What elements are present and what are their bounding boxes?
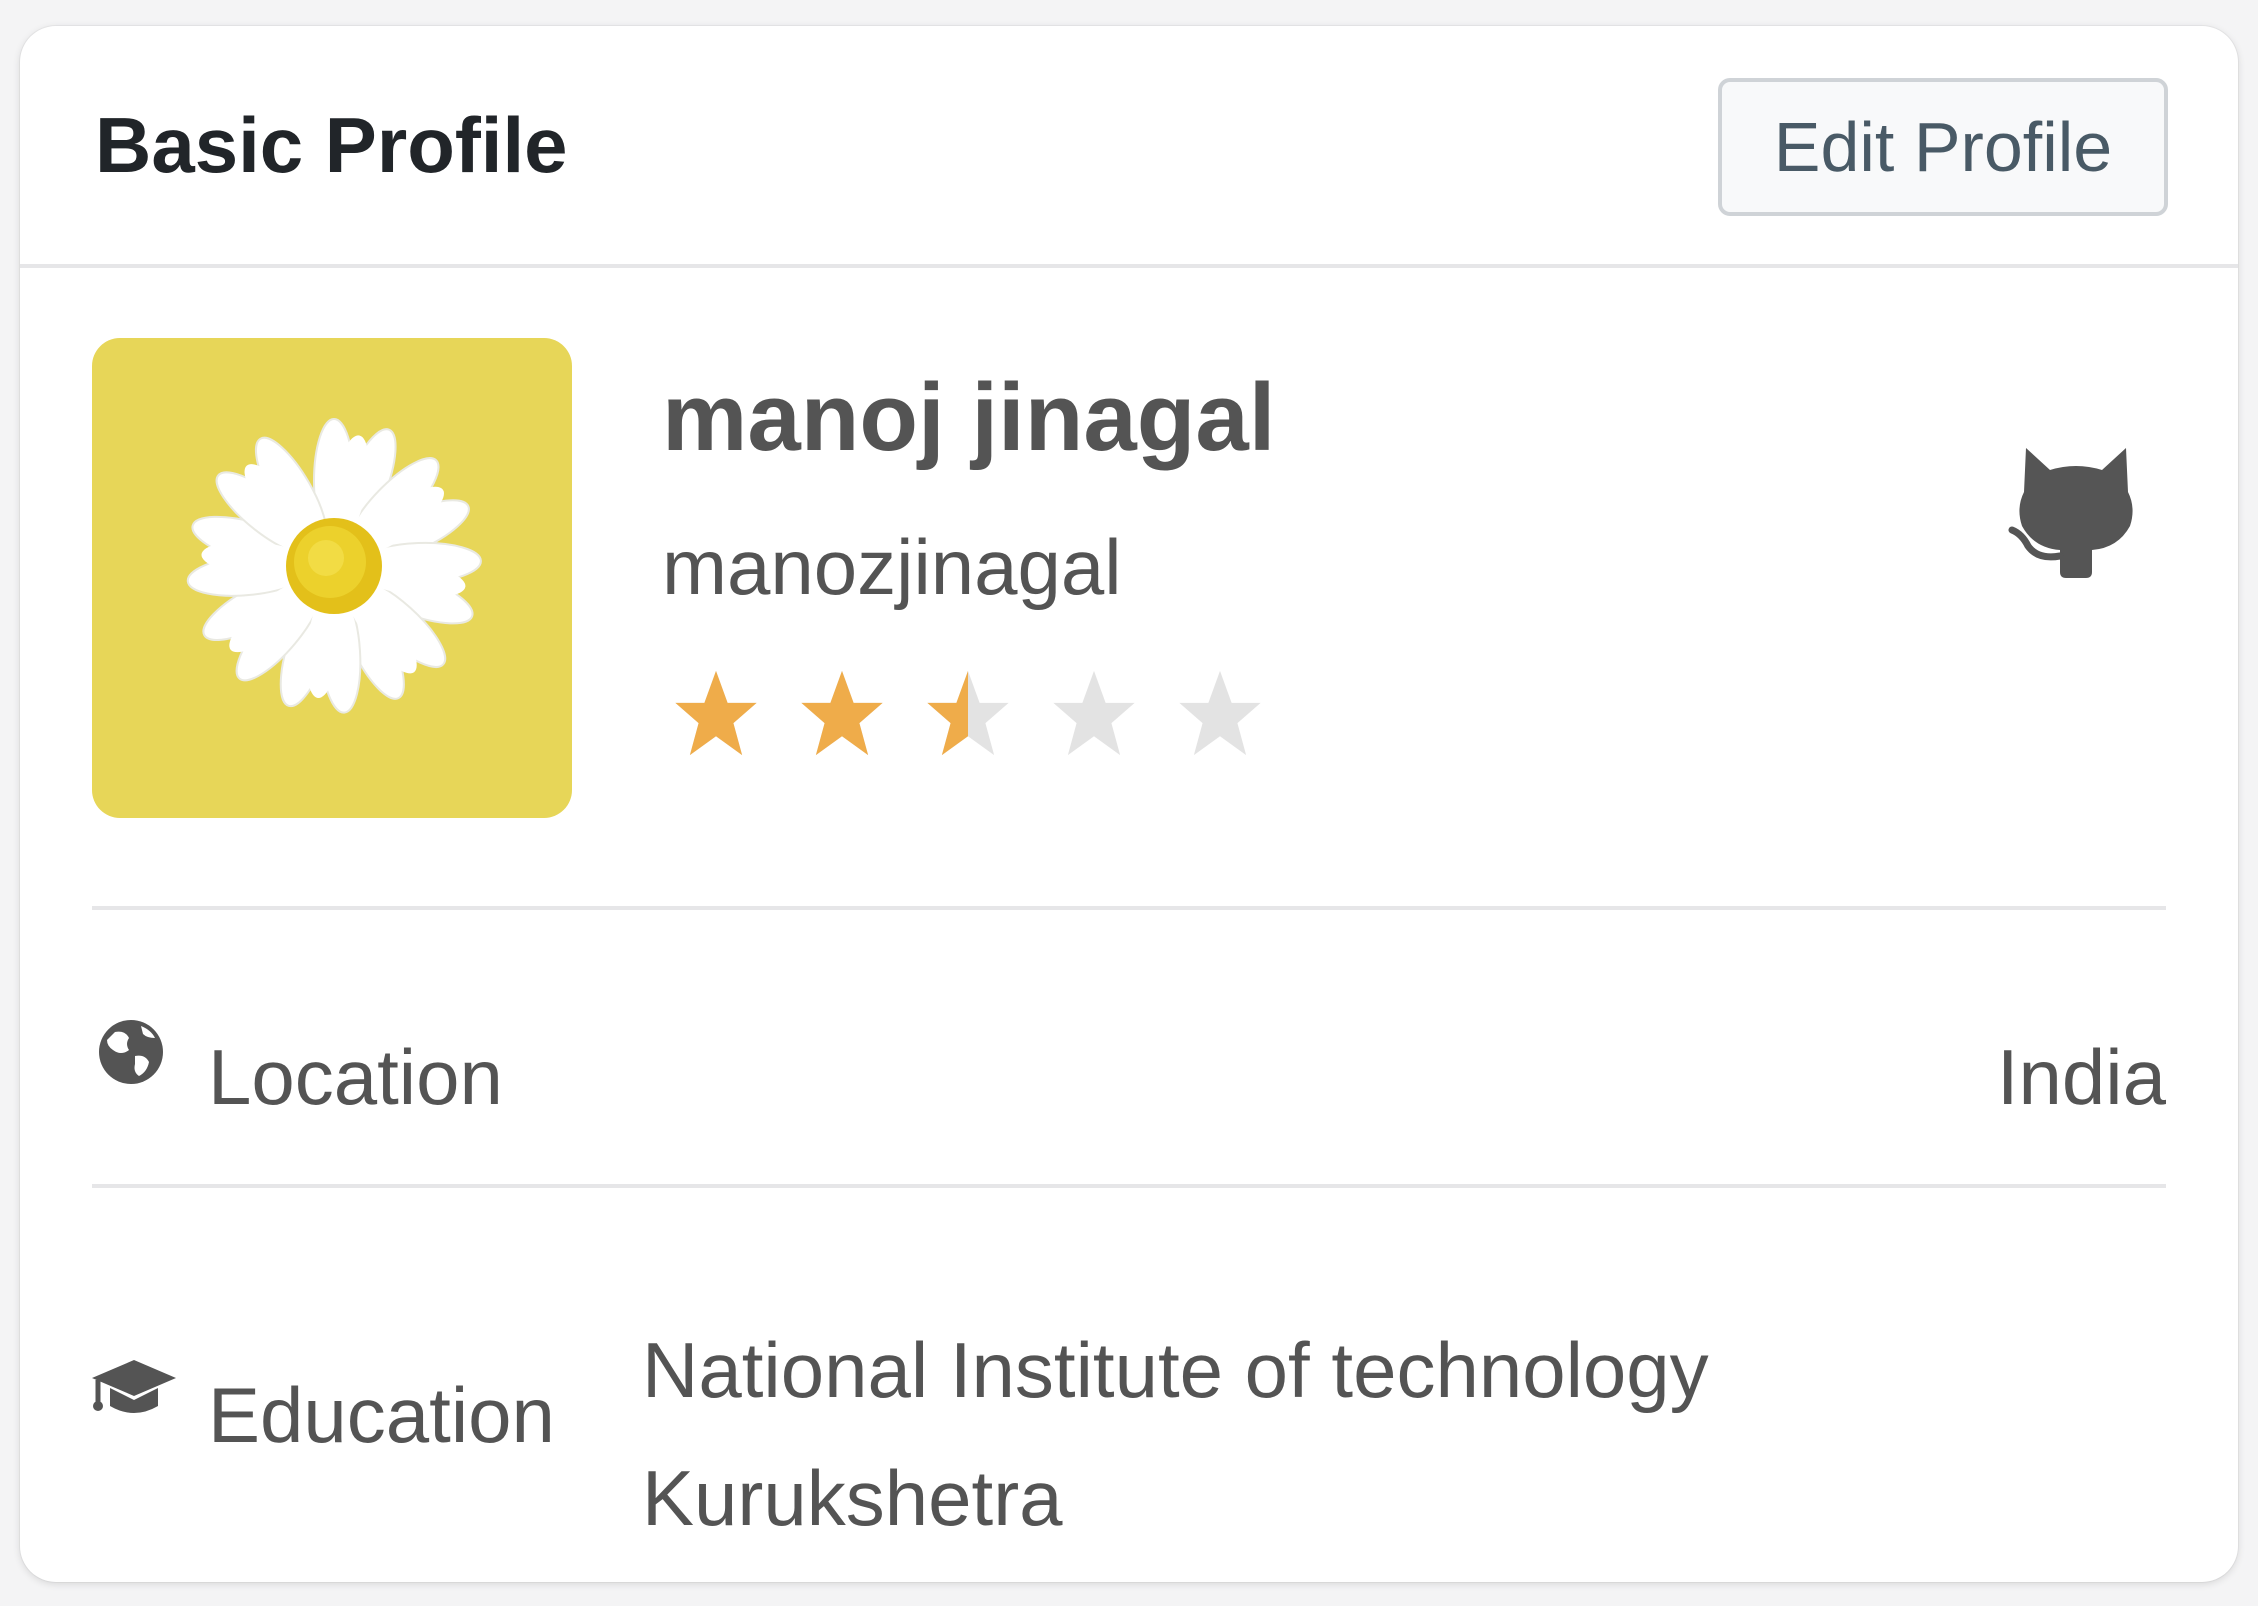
star-icon[interactable] bbox=[1169, 656, 1295, 756]
daisy-image bbox=[186, 418, 482, 714]
star-rating bbox=[665, 656, 1295, 756]
avatar bbox=[92, 338, 572, 818]
star-icon[interactable] bbox=[1043, 656, 1169, 756]
star-icon[interactable] bbox=[791, 656, 917, 756]
globe-icon bbox=[95, 1016, 167, 1093]
location-value: India bbox=[1996, 1033, 2166, 1121]
edit-profile-button[interactable]: Edit Profile bbox=[1718, 78, 2168, 216]
graduation-cap-icon bbox=[90, 1358, 178, 1423]
divider bbox=[92, 1184, 2166, 1188]
education-label: Education bbox=[208, 1371, 555, 1459]
divider bbox=[92, 906, 2166, 910]
display-name: manoj jinagal bbox=[662, 364, 1276, 471]
basic-profile-card: Basic Profile Edit Profile manoj jinagal… bbox=[20, 26, 2238, 1582]
username: manozjinagal bbox=[662, 523, 1122, 611]
github-icon[interactable] bbox=[2006, 430, 2146, 580]
star-icon[interactable] bbox=[917, 656, 1043, 756]
star-icon[interactable] bbox=[665, 656, 791, 756]
card-header: Basic Profile Edit Profile bbox=[20, 26, 2238, 268]
education-value: National Institute of technology Kuruksh… bbox=[642, 1326, 1709, 1542]
location-label: Location bbox=[208, 1033, 503, 1121]
card-title: Basic Profile bbox=[95, 101, 568, 189]
